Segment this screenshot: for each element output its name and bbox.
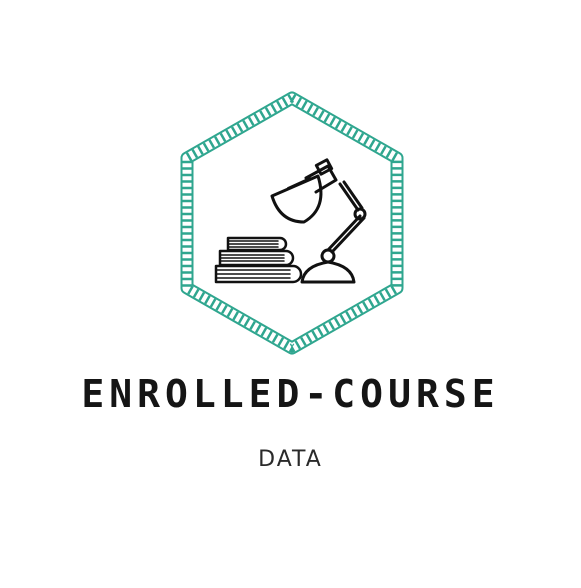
books-icon	[214, 236, 303, 284]
rope-frame	[180, 91, 404, 355]
logo: ENROLLED-COURSE DATA	[0, 0, 581, 588]
logo-subtitle: DATA	[258, 447, 323, 472]
desk-lamp-icon	[270, 158, 367, 284]
desk-lamp-and-books-icon	[214, 158, 367, 284]
logo-title: ENROLLED-COURSE	[81, 372, 500, 416]
emblem	[180, 91, 404, 355]
